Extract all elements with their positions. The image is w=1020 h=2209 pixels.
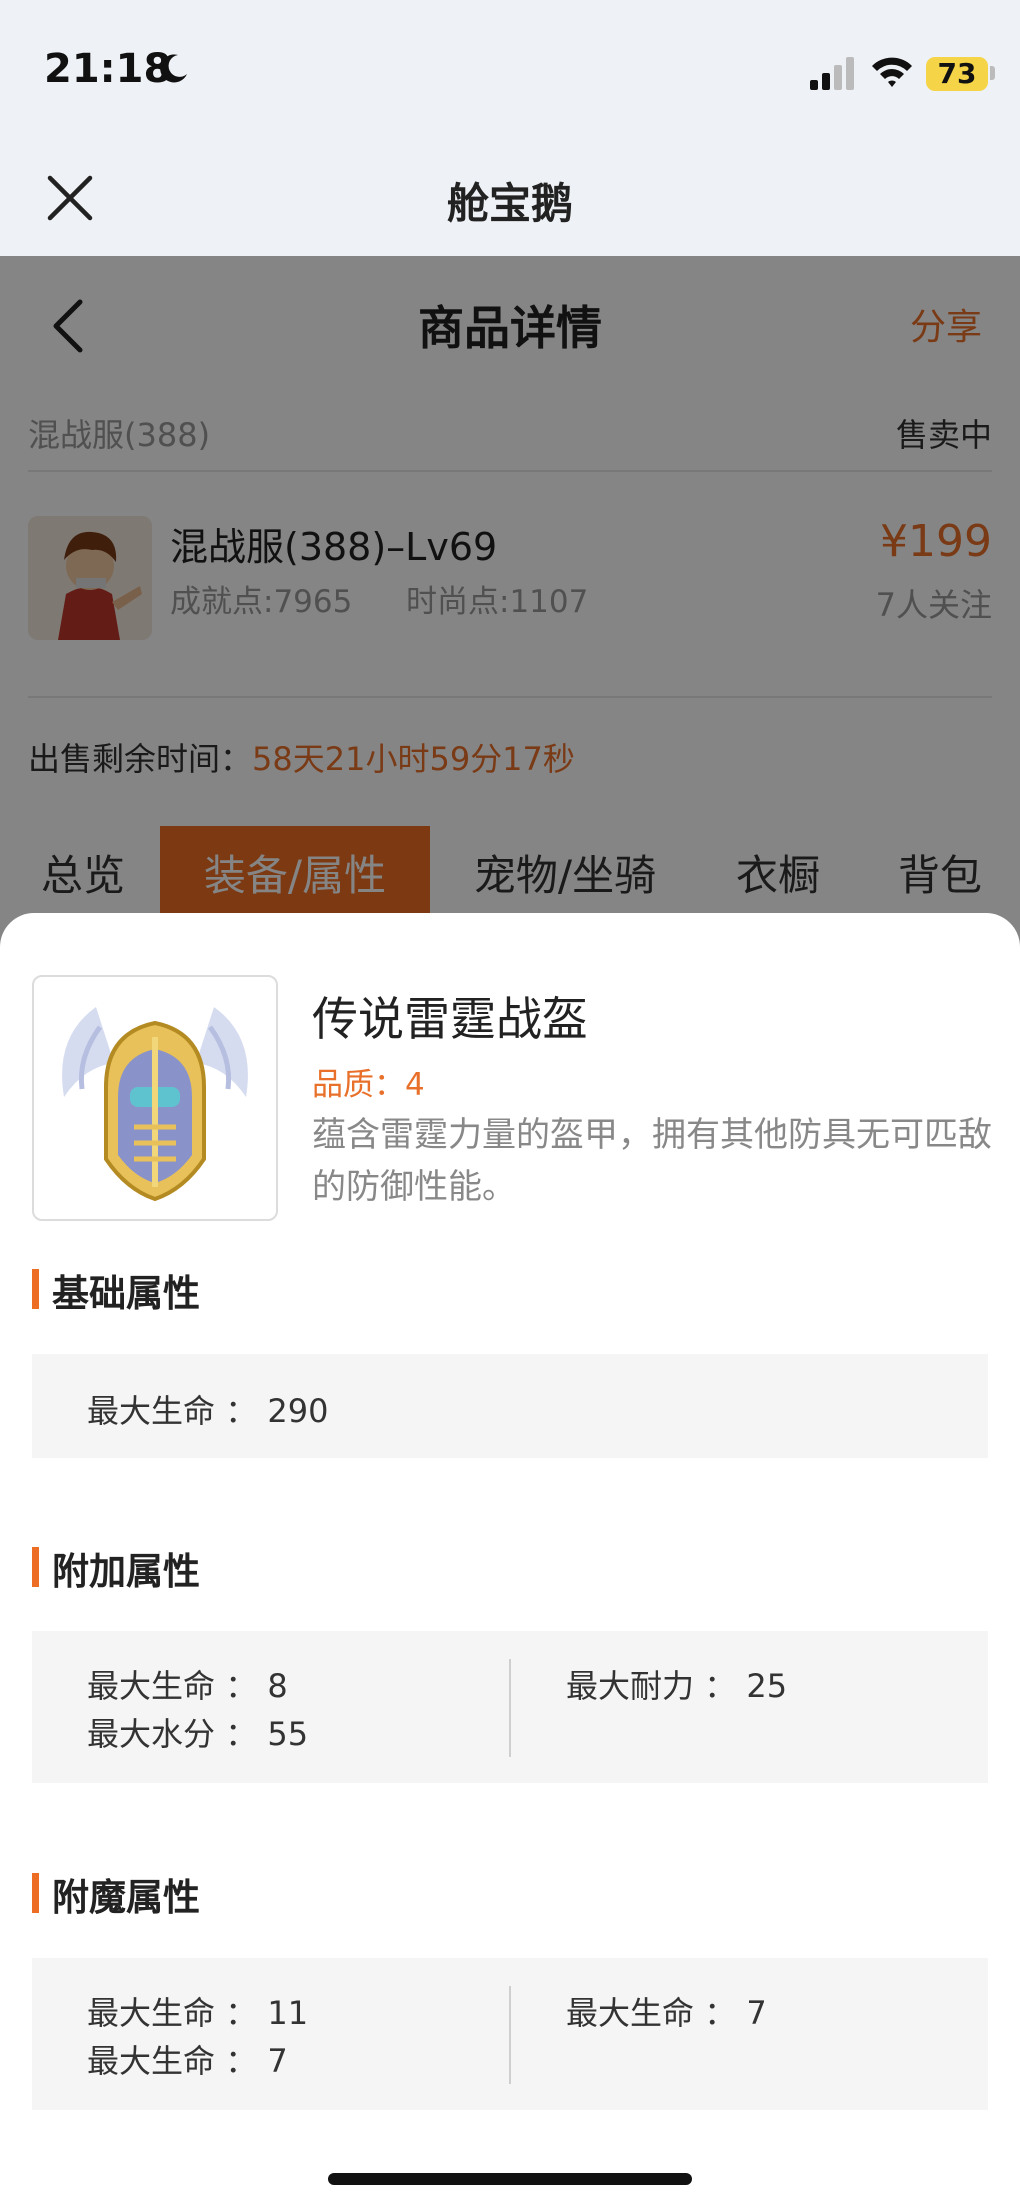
app-bar: 舱宝鹅 [0,150,1020,256]
column-divider [509,1986,511,2084]
attribute-label: 最大水分 [87,1715,216,1753]
section-marker [32,1873,39,1913]
attribute-row: 最大耐力 ： 25 [566,1667,788,1705]
attribute-label: 最大生命 [87,1994,216,2032]
battery-nub [990,66,995,80]
attribute-row: 最大水分 ： 55 [87,1715,309,1753]
attribute-value: 290 [267,1392,329,1430]
section-marker [32,1269,39,1309]
attribute-value: 11 [267,1994,309,2032]
equipment-description: 蕴含雷霆力量的盔甲，拥有其他防具无可匹敌的防御性能。 [312,1115,992,1207]
attribute-label: 最大生命 [87,2042,216,2080]
attribute-label: 最大生命 [566,1994,695,2032]
attribute-value: 8 [267,1667,288,1705]
app-title: 舱宝鹅 [446,179,573,228]
attribute-row: 最大生命 ： 8 [87,1667,288,1705]
equipment-detail-sheet: 传说雷霆战盔 品质：4 蕴含雷霆力量的盔甲，拥有其他防具无可匹敌的防御性能。 基… [0,913,1020,2209]
attribute-row: 最大生命 ： 7 [87,2042,288,2080]
attribute-label: 最大生命 [87,1667,216,1705]
moon-icon [160,54,187,83]
wifi-icon [872,57,912,87]
equipment-name: 传说雷霆战盔 [312,992,588,1046]
attribute-value: 55 [267,1715,309,1753]
attribute-value: 7 [746,1994,767,2032]
extra-attributes-panel: 最大生命 ： 8 最大水分 ： 55 最大耐力 ： 25 [32,1631,988,1783]
equipment-quality: 品质：4 [312,1067,425,1103]
equipment-image [32,975,278,1221]
signal-icon [810,57,854,90]
status-bar: 21:18 73 [0,0,1020,150]
attribute-row: 最大生命 ： 290 [87,1392,329,1430]
home-indicator[interactable] [328,2173,692,2185]
section-extra-title: 附加属性 [52,1550,200,1593]
helmet-icon [62,1007,248,1202]
attribute-row: 最大生命 ： 11 [87,1994,309,2032]
enchant-attributes-panel: 最大生命 ： 11 最大生命 ： 7 最大生命 ： 7 [32,1958,988,2110]
attribute-value: 7 [267,2042,288,2080]
attribute-row: 最大生命 ： 7 [566,1994,767,2032]
basic-attributes-panel: 最大生命 ： 290 [32,1354,988,1458]
section-marker [32,1547,39,1587]
column-divider [509,1659,511,1757]
section-enchant-title: 附魔属性 [52,1876,200,1919]
attribute-label: 最大耐力 [566,1667,695,1705]
status-time: 21:18 [44,46,172,92]
attribute-label: 最大生命 [87,1392,216,1430]
attribute-value: 25 [746,1667,788,1705]
battery-indicator: 73 [926,57,988,91]
section-basic-title: 基础属性 [52,1272,200,1315]
